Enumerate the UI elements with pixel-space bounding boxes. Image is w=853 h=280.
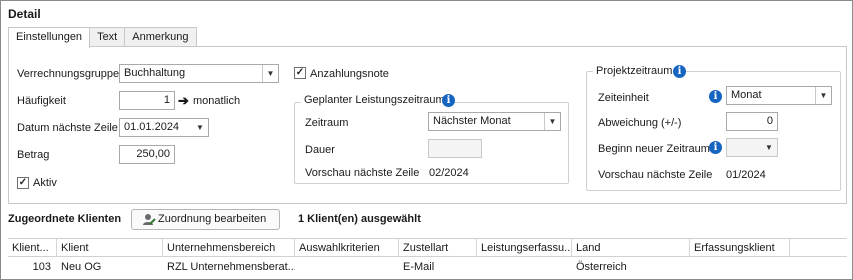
zeitraum-value: Nächster Monat: [433, 115, 511, 127]
haeufigkeit-input[interactable]: 1: [119, 91, 175, 110]
detail-panel: Detail Einstellungen Text Anmerkung Verr…: [0, 0, 853, 280]
chevron-down-icon[interactable]: ▼: [262, 65, 278, 82]
info-icon[interactable]: i: [673, 65, 686, 78]
zeiteinheit-select[interactable]: Monat ▼: [726, 86, 832, 105]
verrechnungsgruppe-label: Verrechnungsgruppe: [17, 68, 120, 80]
table-cell: [295, 258, 399, 277]
clients-title: Zugeordnete Klienten: [8, 213, 122, 225]
verrechnungsgruppe-value: Buchhaltung: [124, 67, 186, 79]
chevron-down-icon[interactable]: ▼: [815, 87, 831, 104]
zeitraum-select[interactable]: Nächster Monat ▼: [428, 112, 561, 131]
leistungszeitraum-title: Geplanter Leistungszeitraum: [301, 94, 448, 106]
haeufigkeit-label: Häufigkeit: [17, 95, 66, 107]
betrag-input[interactable]: 250,00: [119, 145, 175, 164]
zeitraum-label: Zeitraum: [305, 117, 349, 129]
beginn-select[interactable]: ▼: [726, 138, 778, 157]
chevron-down-icon[interactable]: ▼: [761, 139, 777, 156]
projekt-vorschau-label: Vorschau nächste Zeile: [598, 169, 713, 181]
anzahlungsnote-checkbox[interactable]: ✓: [294, 67, 306, 79]
abweichung-label: Abweichung (+/-): [598, 117, 682, 129]
table-cell: Neu OG: [61, 261, 102, 273]
vorschau-value: 02/2024: [429, 167, 469, 179]
selection-info: 1 Klient(en) ausgewählt: [298, 213, 421, 225]
verrechnungsgruppe-select[interactable]: Buchhaltung ▼: [119, 64, 279, 83]
info-icon[interactable]: i: [442, 94, 455, 107]
chevron-down-icon[interactable]: ▼: [192, 119, 208, 136]
info-icon[interactable]: i: [709, 90, 722, 103]
table-cell: E-Mail: [403, 261, 435, 273]
column-header[interactable]: Zustellart: [399, 239, 477, 257]
tab-anmerkung[interactable]: Anmerkung: [124, 27, 197, 47]
aktiv-label: Aktiv: [33, 177, 57, 189]
projekt-vorschau-value: 01/2024: [726, 169, 766, 181]
column-header[interactable]: Land: [572, 239, 690, 257]
beginn-label: Beginn neuer Zeitraum: [598, 143, 710, 155]
zuordnung-bearbeiten-label: Zuordnung bearbeiten: [158, 213, 267, 225]
column-header[interactable]: Auswahlkriterien: [295, 239, 399, 257]
column-header[interactable]: Leistungserfassu...: [477, 239, 572, 257]
table-row[interactable]: 103 Neu OG RZL Unternehmensberat... E-Ma…: [8, 258, 847, 277]
table-cell: Österreich: [576, 261, 627, 273]
datum-label: Datum nächste Zeile: [17, 122, 118, 134]
aktiv-checkbox[interactable]: ✓: [17, 177, 29, 189]
zeiteinheit-label: Zeiteinheit: [598, 92, 649, 104]
table-cell: [477, 258, 572, 277]
betrag-label: Betrag: [17, 149, 50, 161]
info-icon[interactable]: i: [709, 141, 722, 154]
zeiteinheit-value: Monat: [731, 89, 762, 101]
datum-picker[interactable]: 01.01.2024 ▼: [119, 118, 209, 137]
column-header[interactable]: Klient: [57, 239, 163, 257]
datum-value: 01.01.2024: [124, 121, 180, 133]
tab-text[interactable]: Text: [89, 27, 126, 47]
column-header[interactable]: Klient...: [8, 239, 57, 257]
dauer-input[interactable]: [428, 139, 482, 158]
column-header[interactable]: Unternehmensbereich: [163, 239, 295, 257]
dauer-label: Dauer: [305, 144, 335, 156]
panel-title: Detail: [8, 7, 41, 21]
chevron-down-icon[interactable]: ▼: [544, 113, 560, 130]
vorschau-label: Vorschau nächste Zeile: [305, 167, 420, 179]
tab-einstellungen[interactable]: Einstellungen: [8, 27, 91, 48]
column-header[interactable]: Erfassungsklient: [690, 239, 790, 257]
table-cell: RZL Unternehmensberat...: [167, 261, 295, 273]
table-cell: [690, 258, 790, 277]
table-cell: 103: [32, 261, 51, 273]
anzahlungsnote-label: Anzahlungsnote: [310, 68, 389, 80]
zuordnung-bearbeiten-button[interactable]: Zuordnung bearbeiten: [131, 209, 280, 230]
projektzeitraum-title: Projektzeitraum: [593, 65, 676, 77]
clients-table-header: Klient... Klient Unternehmensbereich Aus…: [8, 238, 847, 257]
abweichung-input[interactable]: 0: [726, 112, 778, 131]
edit-assignment-icon: [143, 214, 156, 225]
tab-bar: Einstellungen Text Anmerkung: [8, 27, 197, 48]
arrow-right-icon: ➔: [178, 93, 189, 108]
haeufigkeit-unit: monatlich: [193, 95, 241, 107]
